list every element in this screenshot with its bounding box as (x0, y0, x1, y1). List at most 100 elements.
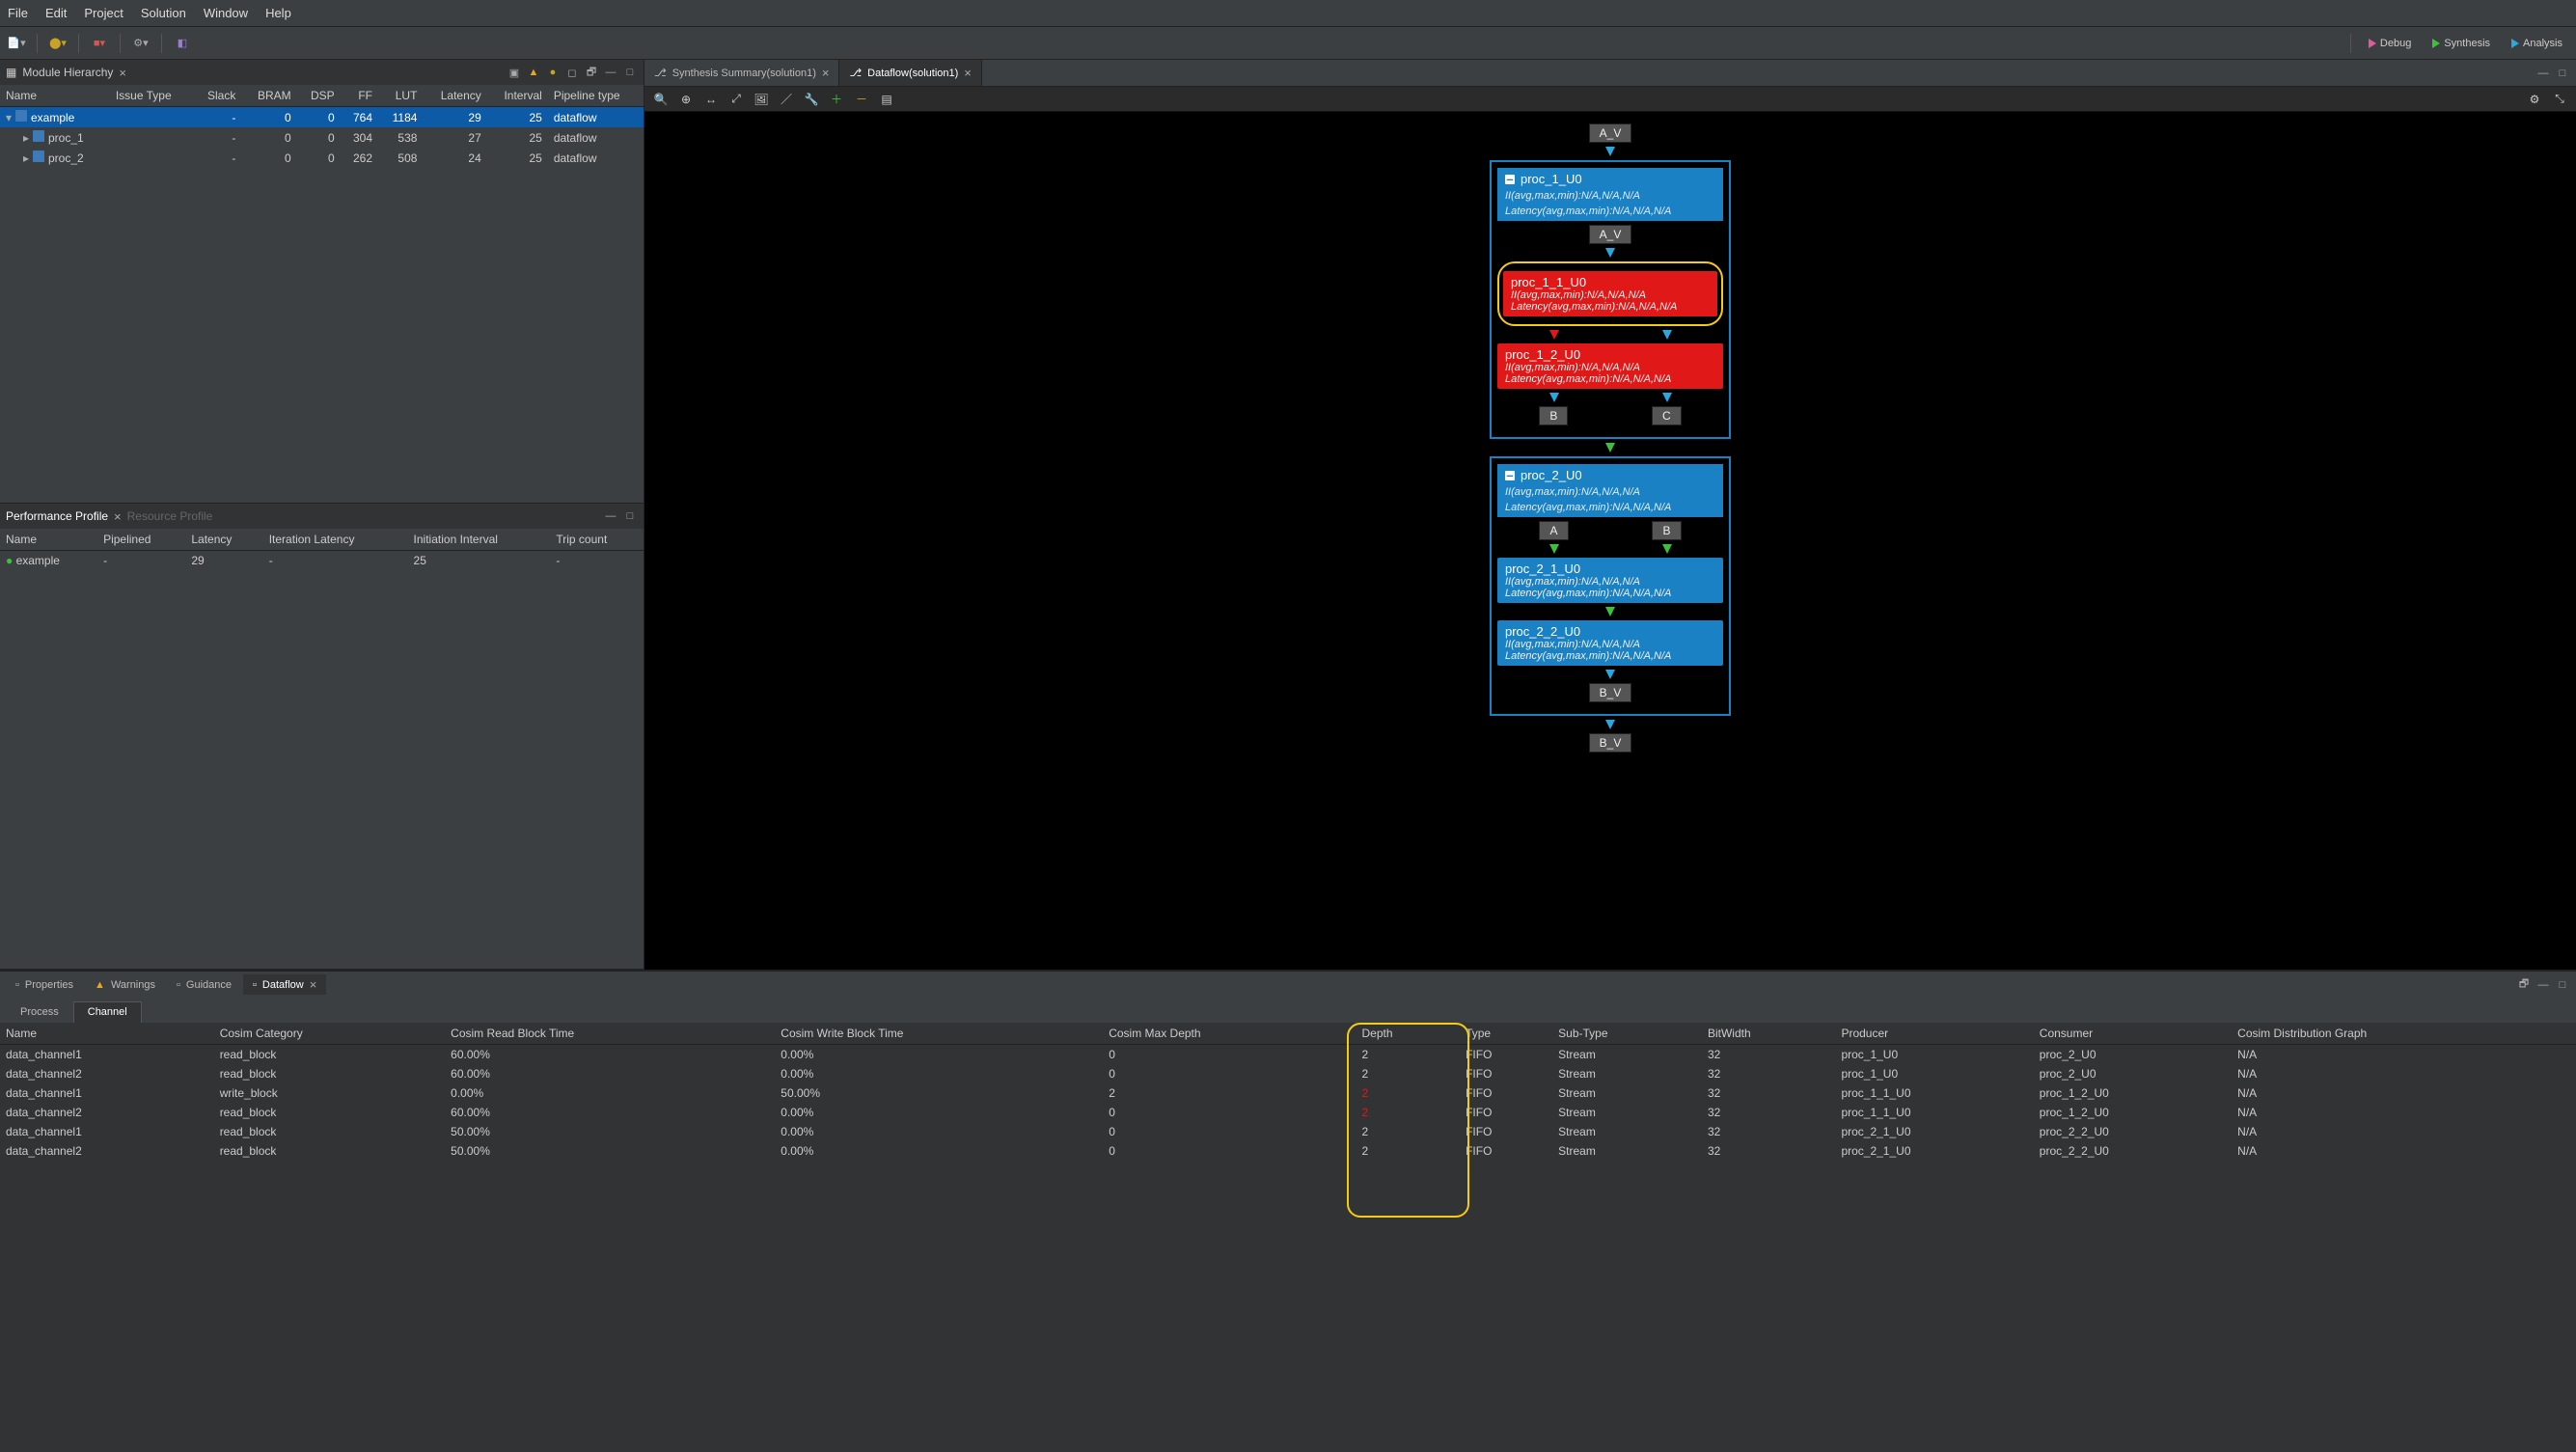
maximize-icon[interactable]: □ (622, 65, 638, 80)
layers-icon[interactable]: ▤ (878, 91, 895, 108)
column-header[interactable]: Sub-Type (1552, 1023, 1702, 1045)
editor-tab[interactable]: ⎇Synthesis Summary(solution1)× (644, 60, 839, 86)
line-icon[interactable]: ／ (778, 91, 795, 108)
port[interactable]: B (1652, 521, 1681, 540)
export-icon[interactable]: 🗗 (584, 65, 599, 80)
dataflow-canvas[interactable]: A_V –proc_1_U0 II(avg,max,min):N/A,N/A,N… (644, 112, 2576, 970)
port[interactable]: A (1539, 521, 1568, 540)
column-header[interactable]: Latency (185, 529, 262, 551)
port[interactable]: C (1652, 406, 1682, 425)
open-project-icon[interactable]: ⬤▾ (47, 33, 69, 54)
dataflow-group-proc2[interactable]: –proc_2_U0 II(avg,max,min):N/A,N/A,N/A L… (1490, 456, 1731, 716)
close-icon[interactable]: × (964, 66, 972, 80)
compare-icon[interactable]: ◧ (172, 33, 193, 54)
column-header[interactable]: Cosim Read Block Time (445, 1023, 775, 1045)
column-header[interactable]: Name (0, 1023, 214, 1045)
port[interactable]: B_V (1589, 683, 1632, 702)
table-row[interactable]: data_channel2read_block60.00%0.00%02FIFO… (0, 1064, 2576, 1083)
close-icon[interactable]: × (310, 977, 317, 992)
zoom-in-icon[interactable]: ⊕ (677, 91, 695, 108)
column-header[interactable]: Cosim Category (214, 1023, 445, 1045)
menu-project[interactable]: Project (84, 6, 123, 20)
editor-tab[interactable]: ⎇Dataflow(solution1)× (839, 60, 981, 86)
column-header[interactable]: Name (0, 85, 110, 107)
bottom-tab-properties[interactable]: ▫ Properties (6, 976, 83, 994)
node-proc-1-2[interactable]: proc_1_2_U0 II(avg,max,min):N/A,N/A,N/A … (1497, 343, 1723, 389)
column-header[interactable]: Depth (1357, 1023, 1461, 1045)
remove-icon[interactable]: － (853, 91, 870, 108)
column-header[interactable]: Cosim Max Depth (1103, 1023, 1356, 1045)
node-proc-2-1[interactable]: proc_2_1_U0 II(avg,max,min):N/A,N/A,N/A … (1497, 558, 1723, 603)
table-row[interactable]: data_channel1write_block0.00%50.00%22FIF… (0, 1083, 2576, 1103)
table-row[interactable]: ▾example-0076411842925dataflow (0, 107, 644, 128)
stop-icon[interactable]: ■▾ (89, 33, 110, 54)
column-header[interactable]: Type (1460, 1023, 1552, 1045)
menu-window[interactable]: Window (204, 6, 248, 20)
performance-table[interactable]: NamePipelinedLatencyIteration LatencyIni… (0, 529, 644, 570)
circle-icon[interactable]: ● (545, 65, 561, 80)
module-hierarchy-table[interactable]: NameIssue TypeSlackBRAMDSPFFLUTLatencyIn… (0, 85, 644, 168)
table-row[interactable]: ● example-29-25- (0, 551, 644, 571)
collapse-icon[interactable]: – (1505, 471, 1515, 480)
column-header[interactable]: BRAM (241, 85, 296, 107)
bottom-tab-warnings[interactable]: ▲ Warnings (85, 976, 165, 994)
column-header[interactable]: Iteration Latency (263, 529, 408, 551)
gear-icon[interactable]: ⚙ (2526, 91, 2543, 108)
warning-icon[interactable]: ▲ (526, 65, 541, 80)
table-row[interactable]: data_channel1read_block60.00%0.00%02FIFO… (0, 1045, 2576, 1065)
fit-width-icon[interactable]: ↔ (702, 91, 720, 108)
run-debug-button[interactable]: Debug (2361, 36, 2419, 51)
minimize-icon[interactable]: — (603, 65, 618, 80)
column-header[interactable]: Name (0, 529, 97, 551)
close-icon[interactable]: × (114, 509, 122, 524)
dataflow-group-proc1[interactable]: –proc_1_U0 II(avg,max,min):N/A,N/A,N/A L… (1490, 160, 1731, 439)
column-header[interactable]: Issue Type (110, 85, 193, 107)
table-row[interactable]: data_channel2read_block50.00%0.00%02FIFO… (0, 1141, 2576, 1161)
new-file-icon[interactable]: 📄▾ (6, 33, 27, 54)
port-top[interactable]: A_V (1589, 123, 1632, 143)
bottom-tab-dataflow[interactable]: ▫ Dataflow × (243, 974, 326, 995)
menu-help[interactable]: Help (265, 6, 291, 20)
bottom-tab-guidance[interactable]: ▫ Guidance (167, 976, 241, 994)
maximize-icon[interactable]: □ (2555, 977, 2570, 993)
expand-icon[interactable]: ⤡ (2551, 91, 2568, 108)
column-header[interactable]: Pipelined (97, 529, 185, 551)
minimize-icon[interactable]: — (2535, 66, 2551, 81)
zoom-reset-icon[interactable]: 🔍 (652, 91, 670, 108)
minimize-icon[interactable]: — (2535, 977, 2551, 993)
column-header[interactable]: Initiation Interval (408, 529, 551, 551)
menu-edit[interactable]: Edit (45, 6, 67, 20)
perf-tab-performance[interactable]: Performance Profile (6, 509, 108, 523)
port[interactable]: B (1539, 406, 1568, 425)
settings-icon[interactable]: ⚙▾ (130, 33, 151, 54)
column-header[interactable]: LUT (378, 85, 423, 107)
square-icon[interactable]: ◻ (564, 65, 580, 80)
filter-icon[interactable]: ▣ (507, 65, 522, 80)
column-header[interactable]: BitWidth (1702, 1023, 1835, 1045)
node-proc-2-2[interactable]: proc_2_2_U0 II(avg,max,min):N/A,N/A,N/A … (1497, 620, 1723, 666)
column-header[interactable]: DSP (297, 85, 341, 107)
maximize-icon[interactable]: □ (2555, 66, 2570, 81)
snapshot-icon[interactable]: 🖼 (753, 91, 770, 108)
column-header[interactable]: Consumer (2034, 1023, 2232, 1045)
run-synthesis-button[interactable]: Synthesis (2425, 36, 2498, 51)
subtab-process[interactable]: Process (6, 1001, 73, 1023)
column-header[interactable]: FF (341, 85, 378, 107)
column-header[interactable]: Interval (487, 85, 548, 107)
table-row[interactable]: ▸proc_1-003045382725dataflow (0, 127, 644, 148)
column-header[interactable]: Slack (193, 85, 242, 107)
column-header[interactable]: Trip count (550, 529, 644, 551)
table-row[interactable]: data_channel2read_block60.00%0.00%02FIFO… (0, 1103, 2576, 1122)
column-header[interactable]: Cosim Distribution Graph (2232, 1023, 2576, 1045)
menu-file[interactable]: File (8, 6, 28, 20)
menu-solution[interactable]: Solution (141, 6, 186, 20)
subtab-channel[interactable]: Channel (73, 1001, 142, 1023)
wrench-icon[interactable]: 🔧 (803, 91, 820, 108)
channel-table[interactable]: NameCosim CategoryCosim Read Block Time C… (0, 1023, 2576, 1161)
table-row[interactable]: ▸proc_2-002625082425dataflow (0, 148, 644, 168)
close-icon[interactable]: × (119, 66, 126, 80)
maximize-icon[interactable]: □ (622, 508, 638, 524)
port[interactable]: A_V (1589, 225, 1632, 244)
restore-icon[interactable]: 🗗 (2516, 977, 2532, 993)
collapse-icon[interactable]: – (1505, 175, 1515, 184)
